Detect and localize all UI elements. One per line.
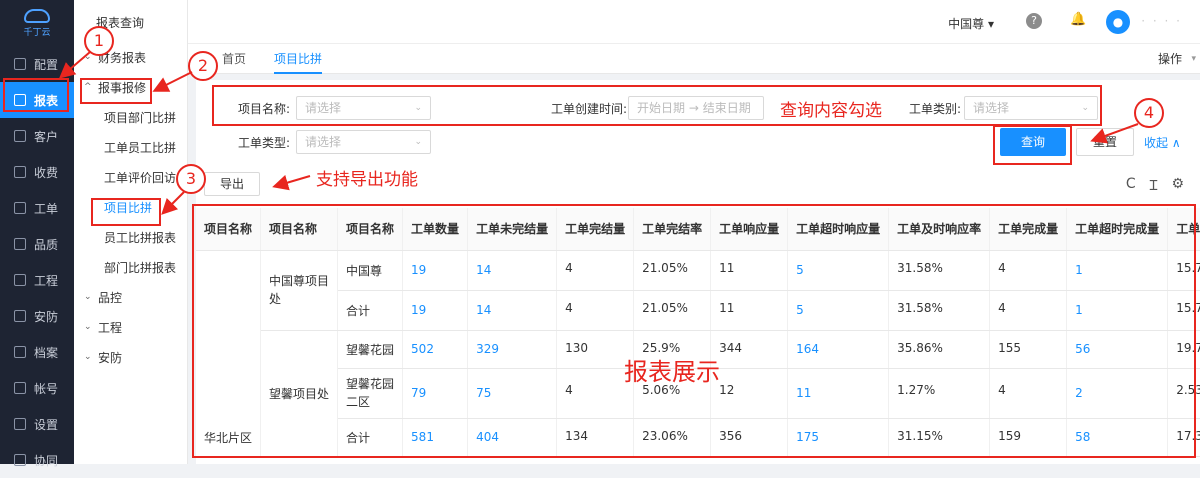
refresh-icon[interactable]: C — [1126, 176, 1136, 195]
org-switcher[interactable]: 中国尊 ▾ — [948, 15, 994, 32]
rail-label: 配置 — [34, 57, 59, 72]
annotation-number-4: 4 — [1134, 98, 1164, 128]
annotation-number-1: 1 — [84, 26, 114, 56]
submenu-group-label: 工程 — [98, 320, 123, 335]
rail-label: 收费 — [34, 165, 59, 180]
annotation-box-filters — [212, 85, 1102, 126]
collapse-link[interactable]: 收起 ∧ — [1144, 134, 1181, 151]
chevron-down-icon: ⌄ — [414, 137, 422, 147]
security-icon — [14, 310, 26, 322]
help-icon[interactable]: ? — [1026, 13, 1042, 29]
submenu-item-ticket-staff[interactable]: 工单员工比拼 — [74, 132, 187, 162]
org-name: 中国尊 — [948, 17, 985, 31]
chevron-down-icon: ⌄ — [84, 322, 92, 332]
page-tabs: 首页 项目比拼 操作 ▾ — [188, 44, 1200, 74]
type-label: 工单类型: — [238, 136, 291, 150]
annotation-number-2: 2 — [188, 51, 218, 81]
annotation-box-report-menu — [3, 78, 69, 112]
engineering-icon — [14, 274, 26, 286]
rail-label: 安防 — [34, 309, 59, 324]
rail-item-config[interactable]: 配置 — [0, 46, 74, 82]
archive-icon — [14, 346, 26, 358]
main-nav-rail: 千丁云 配置 报表 客户 收费 工单 品质 工程 安防 档案 帐号 设置 协同 — [0, 0, 74, 468]
table-toolbar: C Ɪ ⚙ — [1126, 176, 1184, 195]
operations-menu[interactable]: 操作 — [1158, 44, 1182, 74]
rail-item-ticket[interactable]: 工单 — [0, 190, 74, 226]
rail-item-settings[interactable]: 设置 — [0, 406, 74, 442]
annotation-table-hint: 报表展示 — [624, 358, 720, 386]
submenu-item-staff-report[interactable]: 员工比拼报表 — [74, 222, 187, 252]
rail-item-quality[interactable]: 品质 — [0, 226, 74, 262]
logo-text: 千丁云 — [23, 27, 51, 38]
bell-icon[interactable]: 🔔 — [1070, 12, 1086, 28]
rail-item-collab[interactable]: 协同 — [0, 442, 74, 478]
submenu-item-ticket-review[interactable]: 工单评价回访 — [74, 162, 187, 192]
user-name[interactable]: · · · · — [1141, 14, 1182, 28]
ticket-icon — [14, 202, 26, 214]
rail-label: 客户 — [34, 129, 59, 144]
rail-item-security[interactable]: 安防 — [0, 298, 74, 334]
tab-home[interactable]: 首页 — [222, 44, 246, 74]
avatar[interactable]: ● — [1106, 10, 1130, 34]
chevron-down-icon: ▾ — [1191, 54, 1196, 64]
rail-label: 档案 — [34, 345, 59, 360]
settings-icon — [14, 418, 26, 430]
submenu-item-dept-report[interactable]: 部门比拼报表 — [74, 252, 187, 282]
rail-label: 帐号 — [34, 381, 59, 396]
reset-button[interactable]: 重置 — [1076, 128, 1134, 156]
submenu-group-label: 安防 — [98, 350, 123, 365]
density-icon[interactable]: Ɪ — [1150, 176, 1158, 195]
type-select[interactable]: 请选择 ⌄ — [296, 130, 431, 154]
annotation-box-project-compare — [91, 198, 161, 226]
rail-item-account[interactable]: 帐号 — [0, 370, 74, 406]
annotation-box-query — [993, 125, 1072, 165]
annotation-number-3: 3 — [176, 164, 206, 194]
annotation-query-hint: 查询内容勾选 — [780, 101, 882, 121]
report-submenu: 报表查询 ⌄ 财务报表 ^ 报事报修 项目部门比拼 工单员工比拼 工单评价回访 项目… — [74, 0, 188, 464]
rail-item-engineering[interactable]: 工程 — [0, 262, 74, 298]
chevron-down-icon: ⌄ — [84, 352, 92, 362]
select-placeholder: 请选择 — [305, 135, 342, 149]
rail-label: 设置 — [34, 417, 59, 432]
account-icon — [14, 382, 26, 394]
cloud-logo-icon — [24, 8, 50, 23]
submenu-group-label: 品控 — [98, 290, 123, 305]
rail-item-fees[interactable]: 收费 — [0, 154, 74, 190]
annotation-export-hint: 支持导出功能 — [316, 170, 418, 190]
rail-label: 工单 — [34, 201, 59, 216]
submenu-group-security[interactable]: ⌄ 安防 — [74, 342, 187, 372]
submenu-group-quality[interactable]: ⌄ 品控 — [74, 282, 187, 312]
submenu-item-project-dept[interactable]: 项目部门比拼 — [74, 102, 187, 132]
export-button[interactable]: 导出 — [204, 172, 260, 196]
rail-label: 协同 — [34, 453, 59, 468]
rail-label: 工程 — [34, 273, 59, 288]
rail-item-customer[interactable]: 客户 — [0, 118, 74, 154]
app-logo[interactable]: 千丁云 — [0, 0, 74, 46]
annotation-box-repair-group — [80, 78, 152, 104]
user-icon — [14, 130, 26, 142]
top-header: 中国尊 ▾ ? 🔔 ● · · · · — [188, 0, 1200, 44]
quality-icon — [14, 238, 26, 250]
submenu-group-engineering[interactable]: ⌄ 工程 — [74, 312, 187, 342]
rail-item-archive[interactable]: 档案 — [0, 334, 74, 370]
collab-icon — [14, 454, 26, 466]
rail-label: 品质 — [34, 237, 59, 252]
column-settings-icon[interactable]: ⚙ — [1171, 176, 1184, 195]
tab-project-compare[interactable]: 项目比拼 — [274, 44, 323, 74]
gear-icon — [14, 58, 26, 70]
annotation-box-table — [192, 204, 1196, 458]
cash-icon — [14, 166, 26, 178]
chevron-down-icon: ⌄ — [84, 292, 92, 302]
